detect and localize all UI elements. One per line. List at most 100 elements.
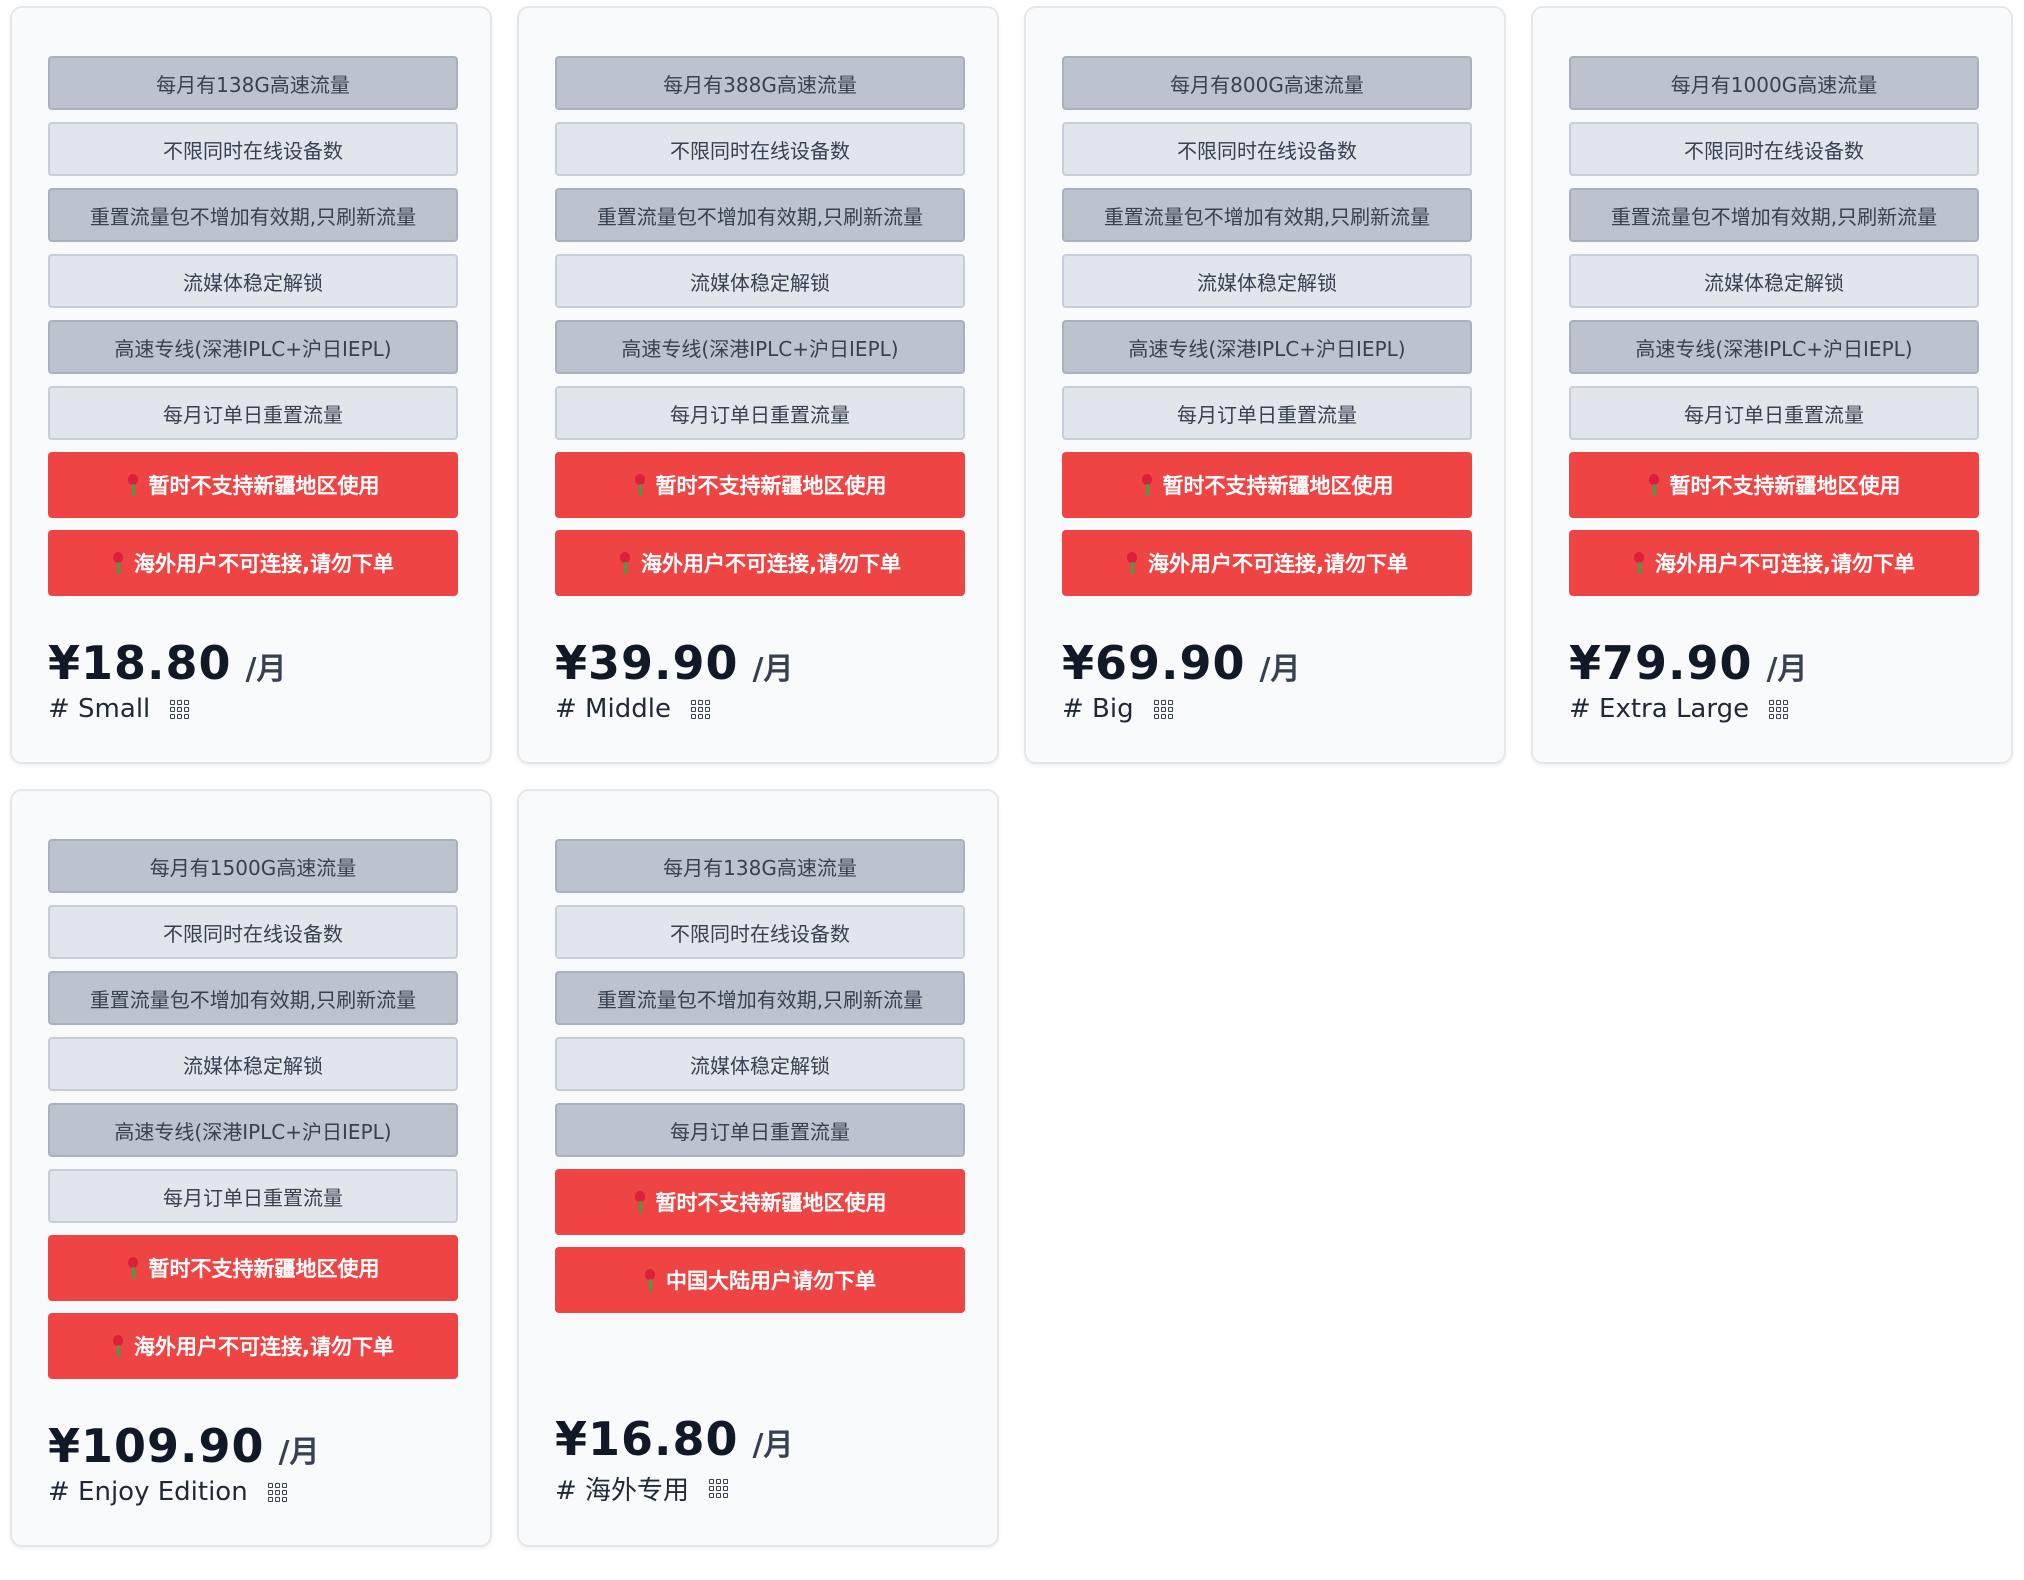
feature-item: 每月有1000G高速流量 <box>1569 56 1979 110</box>
warning-text: 海外用户不可连接,请勿下单 <box>1148 552 1408 576</box>
feature-list: 每月有1500G高速流量 不限同时在线设备数 重置流量包不增加有效期,只刷新流量… <box>48 839 458 1391</box>
feature-item: 每月订单日重置流量 <box>48 386 458 440</box>
feature-item: 流媒体稳定解锁 <box>555 254 965 308</box>
warning-banner: 海外用户不可连接,请勿下单 <box>48 1313 458 1379</box>
warning-banner: 海外用户不可连接,请勿下单 <box>555 530 965 596</box>
feature-list: 每月有138G高速流量 不限同时在线设备数 重置流量包不增加有效期,只刷新流量 … <box>555 839 965 1325</box>
plan-card-overseas[interactable]: 每月有138G高速流量 不限同时在线设备数 重置流量包不增加有效期,只刷新流量 … <box>517 789 999 1547</box>
feature-item: 流媒体稳定解锁 <box>555 1037 965 1091</box>
qr-code-icon[interactable] <box>709 1479 729 1498</box>
warning-text: 暂时不支持新疆地区使用 <box>1669 474 1901 498</box>
feature-item: 高速专线(深港IPLC+沪日IEPL) <box>48 320 458 374</box>
feature-item: 重置流量包不增加有效期,只刷新流量 <box>48 188 458 242</box>
feature-item: 每月订单日重置流量 <box>555 1103 965 1157</box>
feature-item: 不限同时在线设备数 <box>48 905 458 959</box>
plan-price: ¥109.90 <box>48 1419 265 1473</box>
plan-price: ¥69.90 <box>1062 636 1246 690</box>
warning-banner: 海外用户不可连接,请勿下单 <box>1062 530 1472 596</box>
feature-item: 每月有138G高速流量 <box>555 839 965 893</box>
feature-item: 每月有1500G高速流量 <box>48 839 458 893</box>
warning-text: 暂时不支持新疆地区使用 <box>655 474 887 498</box>
price-block: ¥16.80 /月 # 海外专用 <box>555 1412 793 1507</box>
qr-code-icon[interactable] <box>170 699 190 719</box>
warning-banner: 暂时不支持新疆地区使用 <box>555 452 965 518</box>
price-unit: /月 <box>752 1428 794 1463</box>
warning-banner: 暂时不支持新疆地区使用 <box>48 1235 458 1301</box>
plan-card-enjoy-edition[interactable]: 每月有1500G高速流量 不限同时在线设备数 重置流量包不增加有效期,只刷新流量… <box>10 789 492 1547</box>
plan-grid: 每月有138G高速流量 不限同时在线设备数 重置流量包不增加有效期,只刷新流量 … <box>0 0 2024 1580</box>
feature-item: 不限同时在线设备数 <box>555 905 965 959</box>
price-block: ¥18.80 /月 # Small <box>48 636 286 724</box>
feature-item: 每月有388G高速流量 <box>555 56 965 110</box>
rose-icon <box>634 474 646 496</box>
price-block: ¥39.90 /月 # Middle <box>555 636 793 724</box>
plan-price: ¥39.90 <box>555 636 739 690</box>
rose-icon <box>1633 552 1645 574</box>
warning-text: 海外用户不可连接,请勿下单 <box>1655 552 1915 576</box>
feature-item: 重置流量包不增加有效期,只刷新流量 <box>48 971 458 1025</box>
warning-text: 暂时不支持新疆地区使用 <box>655 1191 887 1215</box>
feature-item: 重置流量包不增加有效期,只刷新流量 <box>1062 188 1472 242</box>
feature-item: 流媒体稳定解锁 <box>48 1037 458 1091</box>
plan-price: ¥16.80 <box>555 1412 739 1466</box>
feature-item: 高速专线(深港IPLC+沪日IEPL) <box>1062 320 1472 374</box>
warning-text: 暂时不支持新疆地区使用 <box>148 1257 380 1281</box>
feature-list: 每月有800G高速流量 不限同时在线设备数 重置流量包不增加有效期,只刷新流量 … <box>1062 56 1472 608</box>
warning-text: 海外用户不可连接,请勿下单 <box>641 552 901 576</box>
qr-code-icon[interactable] <box>267 1482 287 1502</box>
qr-code-icon[interactable] <box>690 699 710 719</box>
price-unit: /月 <box>245 652 287 687</box>
rose-icon <box>112 552 124 574</box>
warning-banner: 暂时不支持新疆地区使用 <box>48 452 458 518</box>
plan-card-big[interactable]: 每月有800G高速流量 不限同时在线设备数 重置流量包不增加有效期,只刷新流量 … <box>1024 6 1506 764</box>
qr-code-icon[interactable] <box>1153 699 1173 719</box>
warning-banner: 暂时不支持新疆地区使用 <box>1569 452 1979 518</box>
rose-icon <box>1141 474 1153 496</box>
warning-text: 暂时不支持新疆地区使用 <box>148 474 380 498</box>
feature-item: 每月订单日重置流量 <box>1569 386 1979 440</box>
price-block: ¥69.90 /月 # Big <box>1062 636 1300 724</box>
plan-name: # Big <box>1062 694 1134 724</box>
feature-item: 每月有800G高速流量 <box>1062 56 1472 110</box>
rose-icon <box>619 552 631 574</box>
price-unit: /月 <box>752 652 794 687</box>
feature-item: 不限同时在线设备数 <box>555 122 965 176</box>
warning-banner: 暂时不支持新疆地区使用 <box>1062 452 1472 518</box>
rose-icon <box>1126 552 1138 574</box>
plan-card-small[interactable]: 每月有138G高速流量 不限同时在线设备数 重置流量包不增加有效期,只刷新流量 … <box>10 6 492 764</box>
feature-item: 流媒体稳定解锁 <box>1569 254 1979 308</box>
warning-text: 海外用户不可连接,请勿下单 <box>134 552 394 576</box>
feature-item: 每月有138G高速流量 <box>48 56 458 110</box>
rose-icon <box>644 1269 656 1291</box>
feature-item: 重置流量包不增加有效期,只刷新流量 <box>555 971 965 1025</box>
plan-card-middle[interactable]: 每月有388G高速流量 不限同时在线设备数 重置流量包不增加有效期,只刷新流量 … <box>517 6 999 764</box>
warning-banner: 暂时不支持新疆地区使用 <box>555 1169 965 1235</box>
plan-name: # Extra Large <box>1569 694 1750 724</box>
feature-item: 高速专线(深港IPLC+沪日IEPL) <box>1569 320 1979 374</box>
plan-card-extra-large[interactable]: 每月有1000G高速流量 不限同时在线设备数 重置流量包不增加有效期,只刷新流量… <box>1531 6 2013 764</box>
warning-text: 暂时不支持新疆地区使用 <box>1162 474 1394 498</box>
feature-item: 每月订单日重置流量 <box>555 386 965 440</box>
qr-code-icon[interactable] <box>1769 699 1789 719</box>
plan-name: # Small <box>48 694 151 724</box>
feature-list: 每月有1000G高速流量 不限同时在线设备数 重置流量包不增加有效期,只刷新流量… <box>1569 56 1979 608</box>
warning-text: 中国大陆用户请勿下单 <box>666 1269 876 1293</box>
feature-item: 重置流量包不增加有效期,只刷新流量 <box>1569 188 1979 242</box>
feature-list: 每月有138G高速流量 不限同时在线设备数 重置流量包不增加有效期,只刷新流量 … <box>48 56 458 608</box>
plan-name: # Enjoy Edition <box>48 1477 248 1507</box>
feature-item: 不限同时在线设备数 <box>1569 122 1979 176</box>
plan-name: # Middle <box>555 694 671 724</box>
feature-item: 每月订单日重置流量 <box>48 1169 458 1223</box>
price-unit: /月 <box>1766 652 1808 687</box>
price-block: ¥79.90 /月 # Extra Large <box>1569 636 1807 724</box>
feature-item: 重置流量包不增加有效期,只刷新流量 <box>555 188 965 242</box>
plan-name: # 海外专用 <box>555 1476 690 1506</box>
plan-price: ¥79.90 <box>1569 636 1753 690</box>
feature-item: 流媒体稳定解锁 <box>48 254 458 308</box>
rose-icon <box>127 474 139 496</box>
warning-banner: 中国大陆用户请勿下单 <box>555 1247 965 1313</box>
price-block: ¥109.90 /月 # Enjoy Edition <box>48 1419 319 1507</box>
price-unit: /月 <box>1259 652 1301 687</box>
feature-item: 高速专线(深港IPLC+沪日IEPL) <box>48 1103 458 1157</box>
rose-icon <box>1648 474 1660 496</box>
